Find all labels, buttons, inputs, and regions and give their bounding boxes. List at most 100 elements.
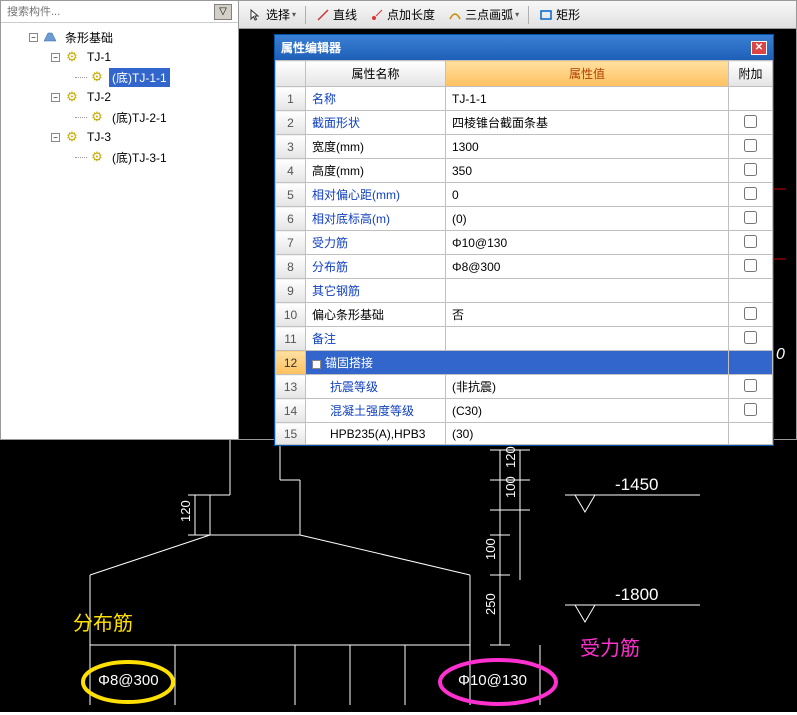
collapse-icon[interactable]: − bbox=[51, 93, 60, 102]
btn-label: 选择 bbox=[266, 6, 290, 23]
extra-checkbox-cell bbox=[729, 423, 773, 445]
extra-checkbox-cell bbox=[729, 111, 773, 135]
fenbu-label: 分布筋 bbox=[73, 612, 133, 635]
tree-node-tj3[interactable]: − ⚙ TJ-3 bbox=[1, 127, 238, 147]
btn-label: 点加长度 bbox=[387, 6, 435, 23]
row-number: 15 bbox=[276, 423, 306, 445]
property-name: 名称 bbox=[306, 87, 446, 111]
extra-checkbox[interactable] bbox=[744, 211, 757, 224]
collapse-icon[interactable]: − bbox=[51, 53, 60, 62]
property-value[interactable]: (非抗震) bbox=[446, 375, 729, 399]
property-value[interactable]: (30) bbox=[446, 423, 729, 445]
extra-checkbox[interactable] bbox=[744, 187, 757, 200]
property-value[interactable]: (0) bbox=[446, 207, 729, 231]
table-row[interactable]: 15HPB235(A),HPB3(30) bbox=[276, 423, 773, 445]
tree-leaf-tj3-1[interactable]: ⚙ (底)TJ-3-1 bbox=[1, 147, 238, 167]
tree-leaf-tj1-1[interactable]: ⚙ (底)TJ-1-1 bbox=[1, 67, 238, 87]
rect-button[interactable]: 矩形 bbox=[533, 4, 585, 26]
property-table: 属性名称 属性值 附加 1名称TJ-1-12截面形状四棱锥台截面条基3宽度(mm… bbox=[275, 60, 773, 445]
table-row[interactable]: 12−锚固搭接 bbox=[276, 351, 773, 375]
gear-icon: ⚙ bbox=[64, 49, 80, 65]
table-row[interactable]: 5相对偏心距(mm)0 bbox=[276, 183, 773, 207]
property-value[interactable]: 0 bbox=[446, 183, 729, 207]
extra-checkbox[interactable] bbox=[744, 259, 757, 272]
table-row[interactable]: 7受力筋Φ10@130 bbox=[276, 231, 773, 255]
extra-checkbox[interactable] bbox=[744, 163, 757, 176]
row-number: 11 bbox=[276, 327, 306, 351]
foundation-icon bbox=[42, 29, 58, 45]
property-value[interactable] bbox=[446, 327, 729, 351]
row-number: 2 bbox=[276, 111, 306, 135]
property-value[interactable]: Φ8@300 bbox=[446, 255, 729, 279]
cursor-icon bbox=[248, 7, 264, 23]
tree-leaf-tj2-1[interactable]: ⚙ (底)TJ-2-1 bbox=[1, 107, 238, 127]
property-value[interactable]: (C30) bbox=[446, 399, 729, 423]
shouli-label: 受力筋 bbox=[580, 637, 640, 660]
collapse-icon[interactable]: − bbox=[51, 133, 60, 142]
row-number: 1 bbox=[276, 87, 306, 111]
table-row[interactable]: 8分布筋Φ8@300 bbox=[276, 255, 773, 279]
table-row[interactable]: 2截面形状四棱锥台截面条基 bbox=[276, 111, 773, 135]
row-number: 12 bbox=[276, 351, 306, 375]
table-row[interactable]: 1名称TJ-1-1 bbox=[276, 87, 773, 111]
extra-checkbox[interactable] bbox=[744, 403, 757, 416]
elev-1800: -1800 bbox=[615, 585, 658, 604]
property-value[interactable] bbox=[446, 279, 729, 303]
search-input[interactable] bbox=[7, 6, 214, 18]
property-value[interactable]: TJ-1-1 bbox=[446, 87, 729, 111]
property-value[interactable]: 否 bbox=[446, 303, 729, 327]
elev-1450: -1450 bbox=[615, 475, 658, 494]
dim-120-left: 120 bbox=[178, 500, 193, 522]
point-length-button[interactable]: 点加长度 bbox=[364, 4, 440, 26]
property-value[interactable]: 四棱锥台截面条基 bbox=[446, 111, 729, 135]
property-editor-dialog: 属性编辑器 ✕ 属性名称 属性值 附加 1名称TJ-1-12截面形状四棱锥台截面… bbox=[274, 34, 774, 446]
value-header: 属性值 bbox=[446, 61, 729, 87]
gear-icon: ⚙ bbox=[89, 149, 105, 165]
tree-leaf-label: (底)TJ-3-1 bbox=[109, 148, 170, 167]
row-number: 14 bbox=[276, 399, 306, 423]
extra-checkbox[interactable] bbox=[744, 379, 757, 392]
table-row[interactable]: 4高度(mm)350 bbox=[276, 159, 773, 183]
extra-checkbox[interactable] bbox=[744, 115, 757, 128]
select-button[interactable]: 选择 ▾ bbox=[243, 4, 301, 26]
gear-icon: ⚙ bbox=[64, 129, 80, 145]
table-row[interactable]: 3宽度(mm)1300 bbox=[276, 135, 773, 159]
collapse-icon[interactable]: − bbox=[29, 33, 38, 42]
tree-node-tj2[interactable]: − ⚙ TJ-2 bbox=[1, 87, 238, 107]
extra-checkbox[interactable] bbox=[744, 307, 757, 320]
property-name: 相对底标高(m) bbox=[306, 207, 446, 231]
btn-label: 矩形 bbox=[556, 6, 580, 23]
extra-checkbox-cell bbox=[729, 375, 773, 399]
table-row[interactable]: 13抗震等级(非抗震) bbox=[276, 375, 773, 399]
separator bbox=[305, 6, 306, 24]
extra-header: 附加 bbox=[729, 61, 773, 87]
row-number: 13 bbox=[276, 375, 306, 399]
table-row[interactable]: 10偏心条形基础否 bbox=[276, 303, 773, 327]
property-value[interactable]: 1300 bbox=[446, 135, 729, 159]
extra-checkbox-cell bbox=[729, 159, 773, 183]
search-dropdown-btn[interactable]: ▽ bbox=[214, 4, 232, 20]
close-icon[interactable]: ✕ bbox=[751, 41, 767, 55]
line-icon bbox=[315, 7, 331, 23]
extra-checkbox[interactable] bbox=[744, 235, 757, 248]
btn-label: 直线 bbox=[333, 6, 357, 23]
three-point-arc-button[interactable]: 三点画弧 ▾ bbox=[442, 4, 524, 26]
gear-icon: ⚙ bbox=[64, 89, 80, 105]
property-value[interactable]: Φ10@130 bbox=[446, 231, 729, 255]
table-row[interactable]: 14混凝土强度等级(C30) bbox=[276, 399, 773, 423]
tree-node-tj1[interactable]: − ⚙ TJ-1 bbox=[1, 47, 238, 67]
table-row[interactable]: 11备注 bbox=[276, 327, 773, 351]
cad-section-view: 120 100 250 100 120 -1450 -1800 分布筋 受力筋 … bbox=[0, 440, 797, 712]
extra-checkbox[interactable] bbox=[744, 331, 757, 344]
dim-250-label: 250 bbox=[483, 593, 498, 615]
dialog-titlebar[interactable]: 属性编辑器 ✕ bbox=[275, 35, 773, 60]
extra-checkbox[interactable] bbox=[744, 139, 757, 152]
table-row[interactable]: 9其它钢筋 bbox=[276, 279, 773, 303]
collapse-icon[interactable]: − bbox=[312, 360, 321, 369]
tree-root[interactable]: − 条形基础 bbox=[1, 27, 238, 47]
dim-120-label: 120 bbox=[503, 446, 518, 468]
row-number: 10 bbox=[276, 303, 306, 327]
property-value[interactable]: 350 bbox=[446, 159, 729, 183]
line-button[interactable]: 直线 bbox=[310, 4, 362, 26]
table-row[interactable]: 6相对底标高(m)(0) bbox=[276, 207, 773, 231]
